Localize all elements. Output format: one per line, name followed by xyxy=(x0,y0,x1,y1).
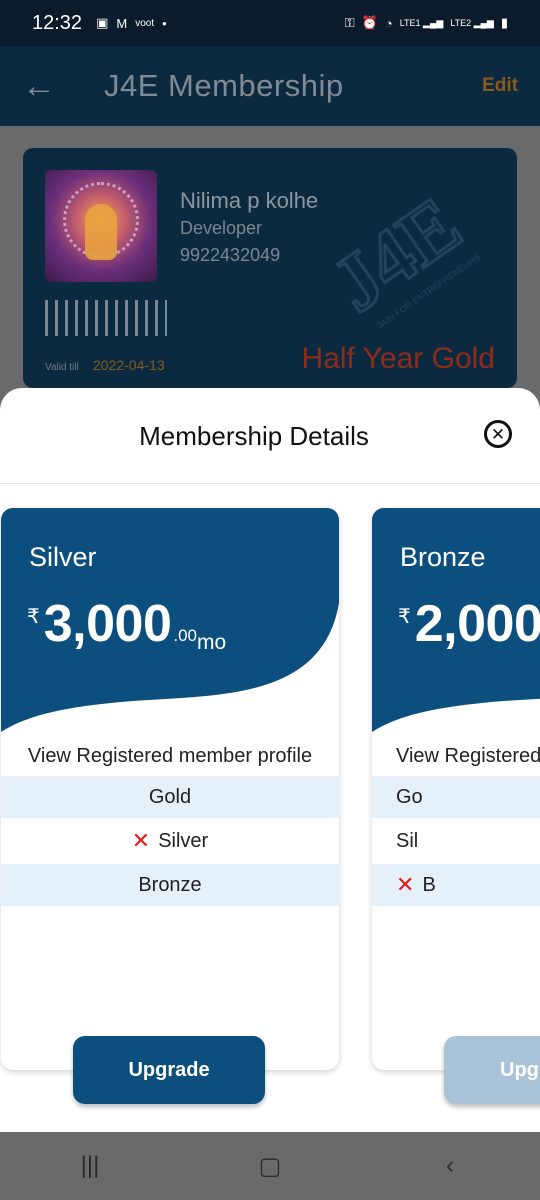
page-title: J4E Membership xyxy=(104,68,344,103)
plan-title: Bronze xyxy=(400,542,486,572)
plan-card-bronze[interactable]: Bronze ₹ 2,000 View Registered Go Sil ✕ … xyxy=(372,508,540,1070)
battery-icon: ▮ xyxy=(500,15,508,30)
price-amount: 3,000 xyxy=(43,595,172,653)
rupee-icon: ₹ xyxy=(398,606,411,628)
price-amount: 2,000 xyxy=(414,595,540,653)
valid-till-label: Valid till xyxy=(45,362,79,373)
edit-button[interactable]: Edit xyxy=(482,75,518,97)
member-role: Developer xyxy=(180,218,263,238)
voot-icon: voot xyxy=(135,17,155,29)
status-bar: 12:32 ▣ M voot • ⚿ ⏰ ◔ LTE1 ▂▄▆ LTE2 ▂▄▆… xyxy=(0,0,540,46)
feature-list: View Registered Go Sil ✕ B xyxy=(372,736,540,906)
list-item: Sil xyxy=(396,829,419,852)
j4e-watermark-logo: J4E JAIN FOR ENTREPRENEURS xyxy=(315,179,482,331)
wifi-icon: ◔ xyxy=(384,15,393,31)
recents-icon[interactable]: ||| xyxy=(60,1152,120,1180)
plan-price: ₹ 2,000 xyxy=(398,594,540,654)
feature-label: B xyxy=(422,873,436,896)
sheet-header: Membership Details ✕ xyxy=(0,388,540,484)
list-item: Go xyxy=(372,776,540,818)
lte2-signal-icon: LTE2 ▂▄▆ xyxy=(450,17,494,28)
member-phone: 9922432049 xyxy=(180,245,281,265)
list-item: View Registered member profile xyxy=(27,744,313,767)
notification-icons: ▣ M voot • xyxy=(96,15,167,31)
key-icon: ⚿ xyxy=(344,15,355,30)
cross-icon: ✕ xyxy=(131,828,151,853)
list-item: Bronze xyxy=(1,864,339,906)
current-plan-name: Half Year Gold xyxy=(301,342,495,375)
back-nav-icon[interactable]: ‹ xyxy=(420,1152,480,1180)
list-item: View Registered xyxy=(396,744,540,767)
price-decimals: .00 xyxy=(173,626,198,645)
gmail-icon: M xyxy=(116,15,128,31)
feature-label: Silver xyxy=(158,829,209,852)
price-period: mo xyxy=(197,631,227,654)
image-icon: ▣ xyxy=(96,15,109,30)
list-item: ✕ Silver xyxy=(1,818,339,864)
alarm-icon: ⏰ xyxy=(361,15,378,30)
list-item: ✕ B xyxy=(372,864,540,906)
back-arrow-icon[interactable]: ← xyxy=(22,69,62,103)
dot-icon: • xyxy=(162,15,167,31)
plan-card-silver[interactable]: Silver ₹ 3,000 .00 mo View Registered me… xyxy=(1,508,339,1070)
system-icons: ⚿ ⏰ ◔ LTE1 ▂▄▆ LTE2 ▂▄▆ ▮ xyxy=(345,15,508,31)
upgrade-button-disabled[interactable]: Upg xyxy=(444,1036,540,1104)
valid-till-date: 2022-04-13 xyxy=(93,357,165,373)
close-icon[interactable]: ✕ xyxy=(484,420,512,448)
membership-card: Nilima p kolhe Developer 9922432049 J4E … xyxy=(23,148,517,388)
cross-icon: ✕ xyxy=(396,872,415,897)
rupee-icon: ₹ xyxy=(27,606,40,628)
home-icon[interactable]: ▢ xyxy=(240,1152,300,1181)
system-nav-bar: ||| ▢ ‹ xyxy=(0,1132,540,1200)
plan-price: ₹ 3,000 .00 mo xyxy=(27,594,226,654)
lte1-signal-icon: LTE1 ▂▄▆ xyxy=(399,17,444,28)
avatar xyxy=(45,170,157,282)
clock: 12:32 xyxy=(32,11,83,34)
list-item: Gold xyxy=(1,776,339,818)
member-name: Nilima p kolhe xyxy=(180,188,319,213)
upgrade-button[interactable]: Upgrade xyxy=(73,1036,265,1104)
membership-details-sheet: Membership Details ✕ Silver ₹ 3,000 .00 … xyxy=(0,388,540,1132)
barcode xyxy=(45,300,167,336)
feature-list: View Registered member profile Gold ✕ Si… xyxy=(1,736,339,906)
plan-title: Silver xyxy=(29,542,97,572)
plans-carousel[interactable]: Silver ₹ 3,000 .00 mo View Registered me… xyxy=(0,508,540,1118)
sheet-title: Membership Details xyxy=(139,421,369,451)
app-header: ← J4E Membership Edit xyxy=(0,46,540,126)
